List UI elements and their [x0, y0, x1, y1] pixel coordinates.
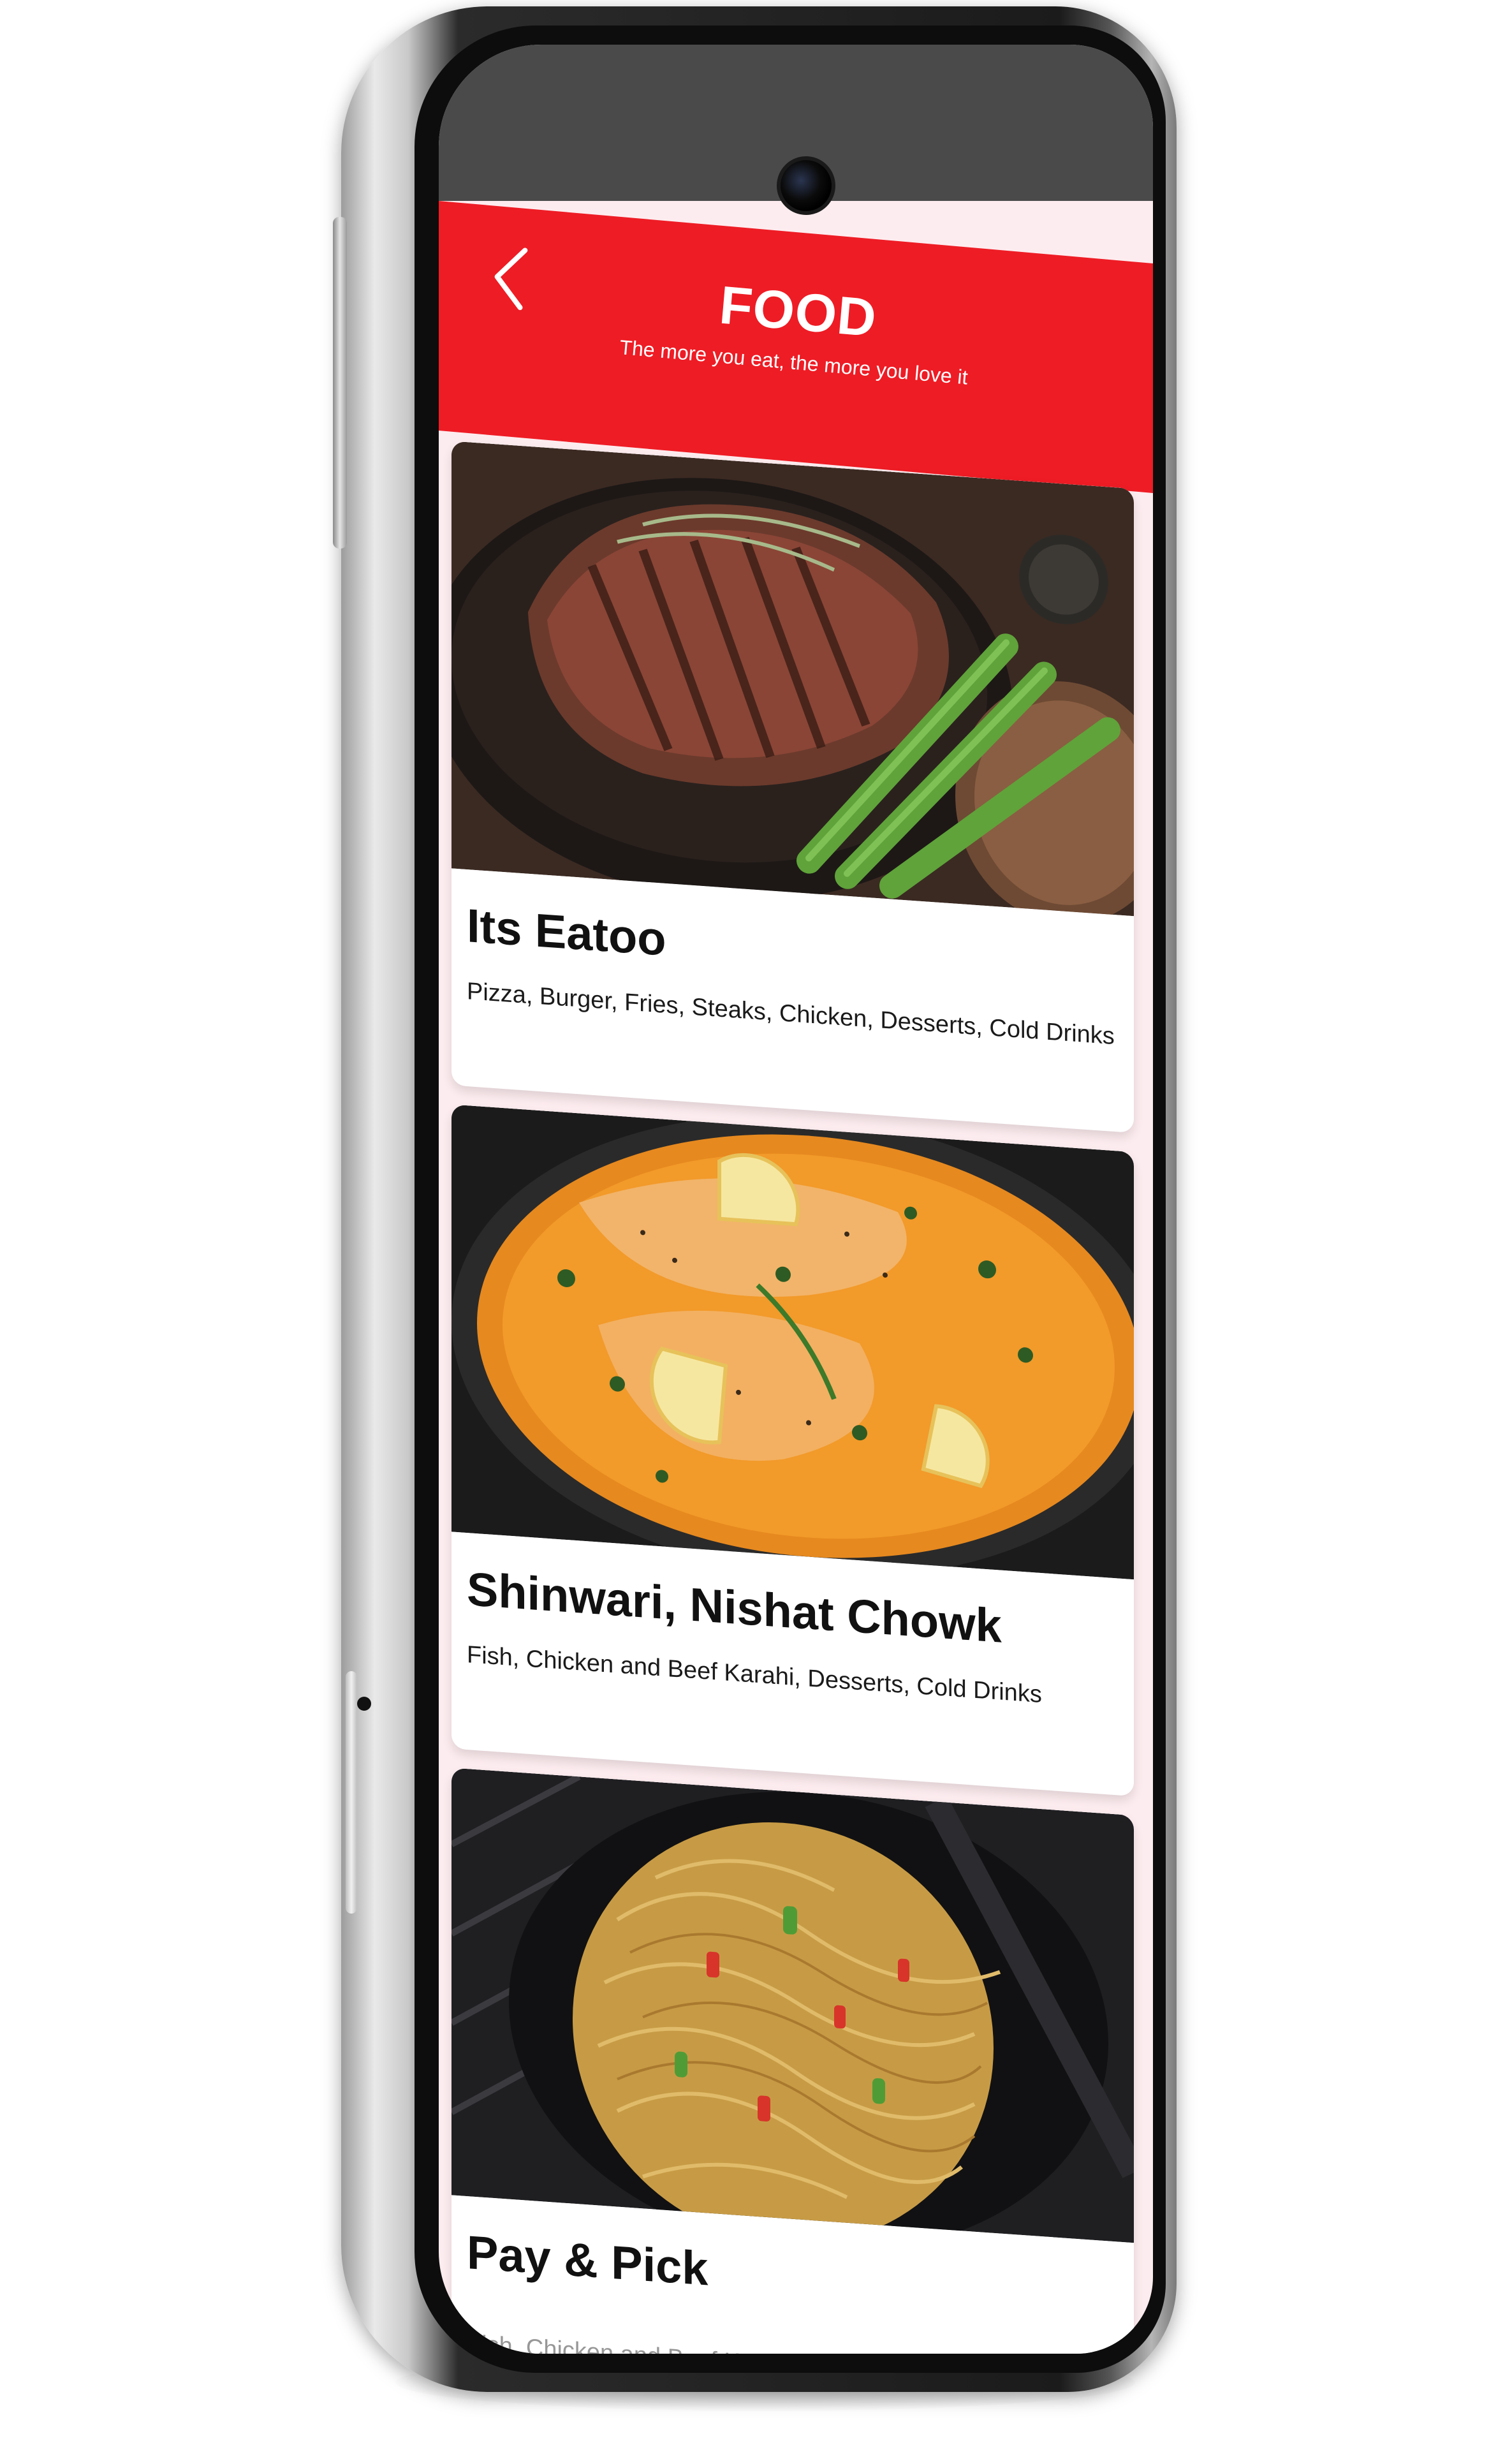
restaurant-image-fish-curry [451, 1104, 1134, 1580]
restaurant-list: Its Eatoo Pizza, Burger, Fries, Steaks, … [439, 402, 1153, 2354]
restaurant-cuisines: Fish, Chicken and Beef Karahi, Desserts,… [467, 2330, 1042, 2354]
restaurant-name: Its Eatoo [467, 899, 666, 966]
restaurant-image-noodles [451, 1767, 1134, 2243]
restaurant-cuisines: Fish, Chicken and Beef Karahi, Desserts,… [467, 1641, 1042, 1709]
phone-mockup: FOOD The more you eat, the more you love… [0, 0, 1512, 2450]
phone-screen: FOOD The more you eat, the more you love… [439, 45, 1153, 2354]
restaurant-name: Pay & Pick [467, 2225, 708, 2296]
power-button [346, 1671, 357, 1914]
volume-button [333, 217, 347, 549]
front-camera [777, 156, 835, 215]
microphone-hole [357, 1697, 371, 1711]
restaurant-card[interactable]: Its Eatoo Pizza, Burger, Fries, Steaks, … [451, 441, 1134, 1133]
restaurant-name: Shinwari, Nishat Chowk [467, 1562, 1002, 1653]
restaurant-image-steak [451, 441, 1134, 917]
restaurant-card[interactable]: Shinwari, Nishat Chowk Fish, Chicken and… [451, 1104, 1134, 1797]
restaurant-card[interactable]: Pay & Pick Fish, Chicken and Beef Karahi… [451, 1767, 1134, 2354]
restaurant-cuisines: Pizza, Burger, Fries, Steaks, Chicken, D… [467, 978, 1115, 1051]
